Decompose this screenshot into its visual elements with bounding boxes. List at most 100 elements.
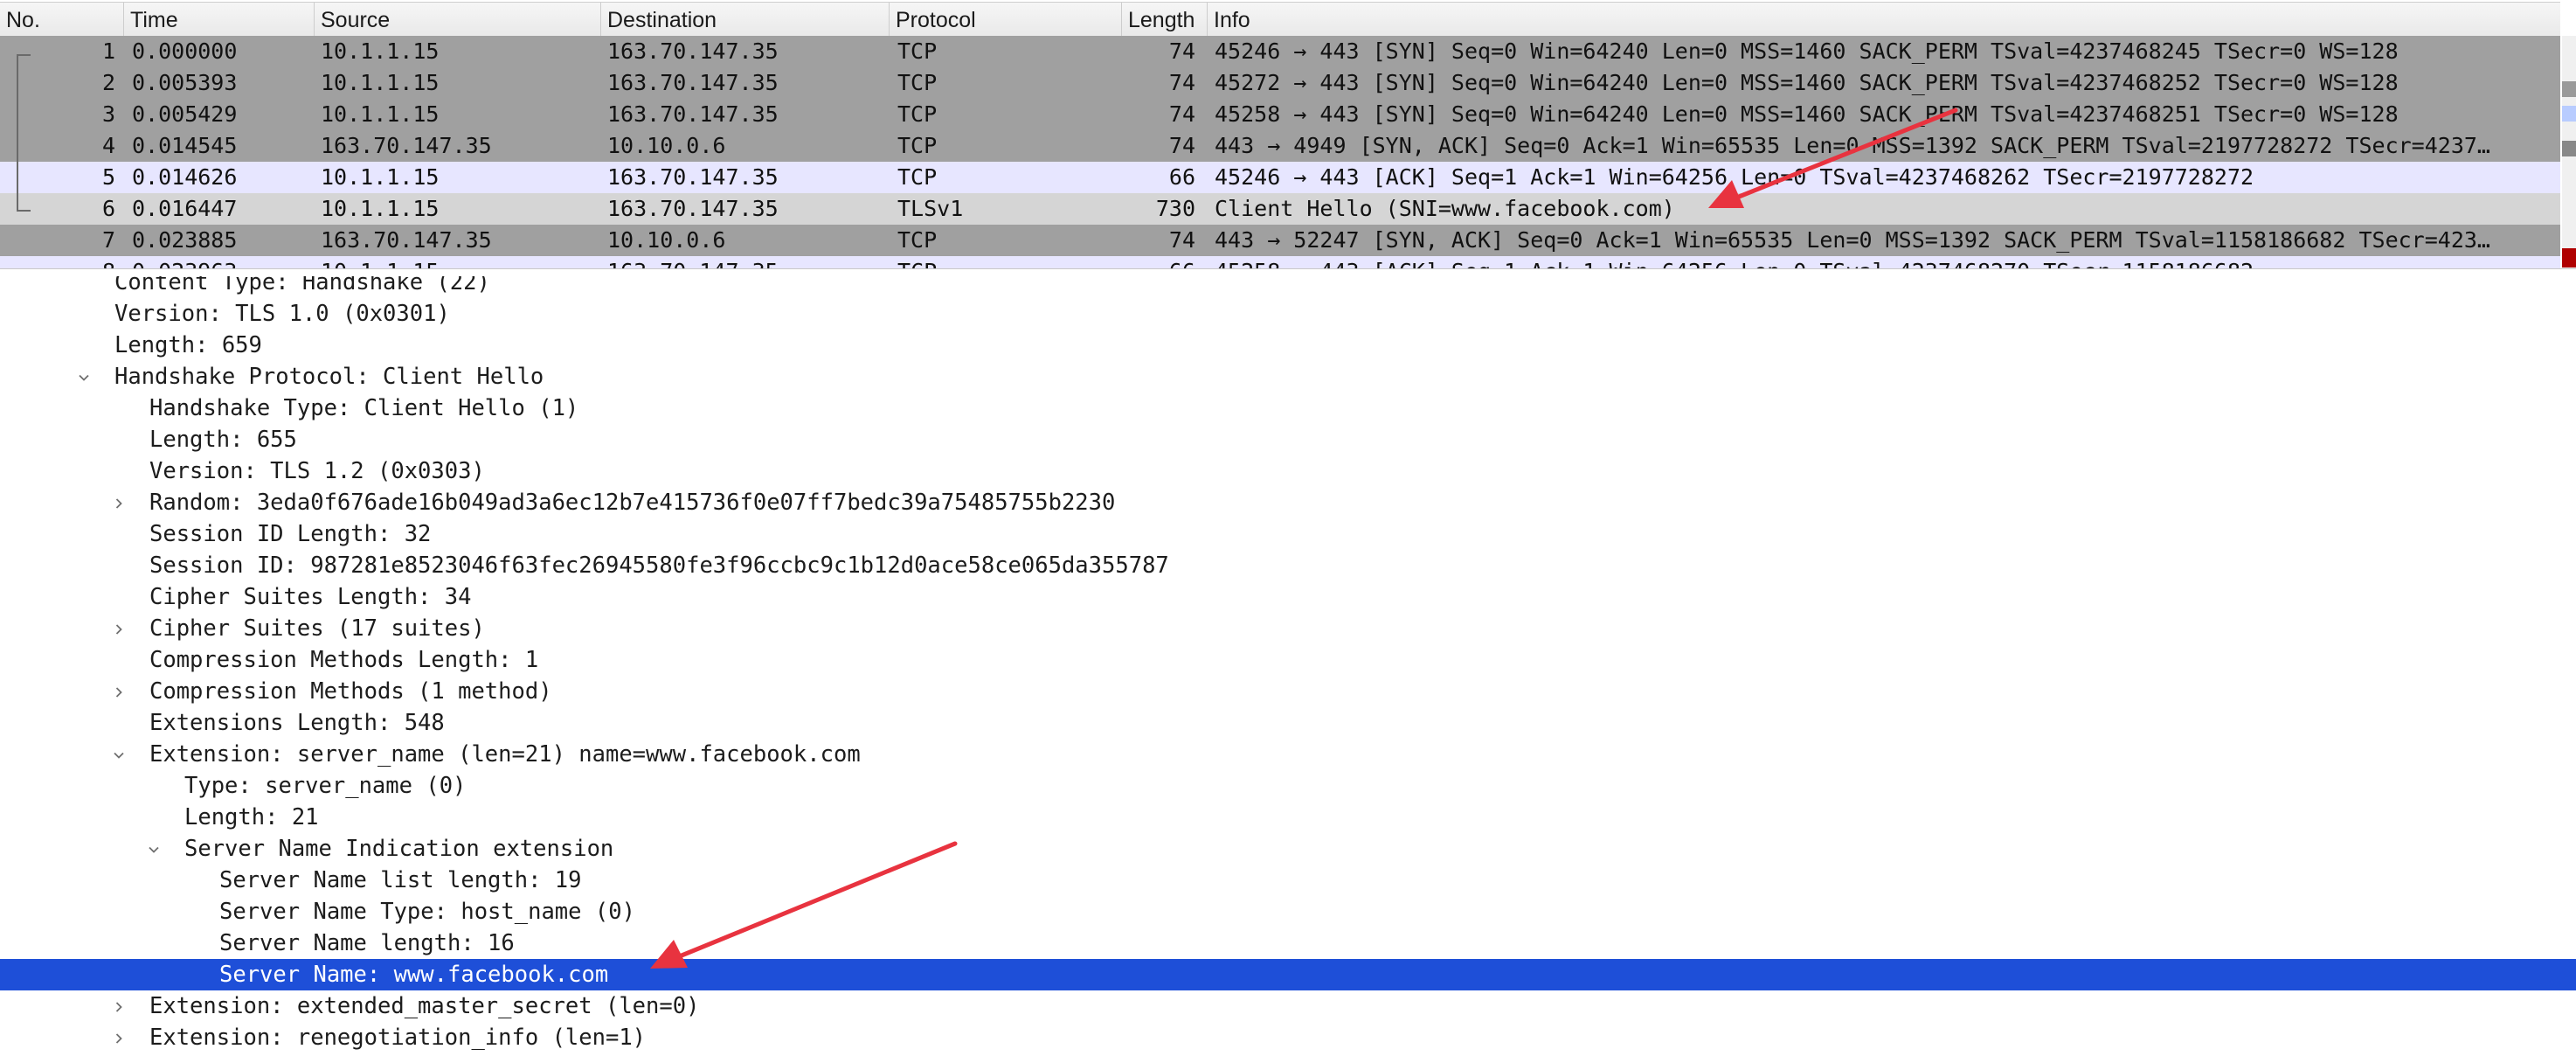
column-header-source[interactable]: Source bbox=[315, 3, 601, 36]
tree-row[interactable]: Handshake Type: Client Hello (1) bbox=[0, 393, 2576, 424]
packet-info: Client Hello (SNI=www.facebook.com) bbox=[1215, 196, 1675, 221]
tree-item-label: Type: server_name (0) bbox=[184, 773, 467, 799]
packet-info: 45246 → 443 [ACK] Seq=1 Ack=1 Win=64256 … bbox=[1215, 164, 2254, 190]
packet-time: 0.023963 bbox=[132, 256, 307, 268]
tree-item-label: Compression Methods (1 method) bbox=[149, 678, 552, 705]
tree-row[interactable]: Cipher Suites Length: 34 bbox=[0, 581, 2576, 613]
tree-row[interactable]: Session ID Length: 32 bbox=[0, 518, 2576, 550]
chevron-right-icon[interactable] bbox=[114, 624, 124, 635]
tree-item-label: Version: TLS 1.0 (0x0301) bbox=[114, 301, 450, 327]
column-header-info[interactable]: Info bbox=[1208, 3, 2560, 36]
column-header-protocol[interactable]: Protocol bbox=[890, 3, 1122, 36]
tree-item-label: Server Name: www.facebook.com bbox=[219, 962, 609, 988]
minimap-mark bbox=[2562, 81, 2576, 97]
packet-info: 45258 → 443 [ACK] Seq=1 Ack=1 Win=64256 … bbox=[1215, 256, 2557, 268]
packet-row[interactable]: 3 0.005429 10.1.1.15 163.70.147.35 TCP 74 4525… bbox=[0, 99, 2560, 130]
chevron-right-icon[interactable] bbox=[114, 498, 124, 509]
column-header-no[interactable]: No. bbox=[0, 3, 124, 36]
packet-list-pane: No. Time Source Destination Protocol Len… bbox=[0, 0, 2576, 269]
packet-row[interactable]: 5 0.014626 10.1.1.15 163.70.147.35 TCP 66 4524… bbox=[0, 162, 2560, 193]
packet-protocol: TCP bbox=[897, 164, 938, 190]
packet-source: 10.1.1.15 bbox=[321, 38, 440, 64]
packet-length: 74 bbox=[1168, 101, 1195, 127]
tree-row[interactable]: Content Type: Handshake (22) bbox=[0, 276, 2576, 298]
tree-row[interactable]: Compression Methods Length: 1 bbox=[0, 644, 2576, 676]
tree-row[interactable]: Extension: server_name (len=21) name=www… bbox=[0, 739, 2576, 770]
tree-item-label: Content Type: Handshake (22) bbox=[114, 276, 490, 295]
column-header-destination[interactable]: Destination bbox=[601, 3, 890, 36]
tree-item-label: Cipher Suites Length: 34 bbox=[149, 584, 472, 610]
chevron-right-icon[interactable] bbox=[114, 1002, 124, 1012]
tree-item-label: Cipher Suites (17 suites) bbox=[149, 615, 485, 642]
packet-length: 74 bbox=[1168, 227, 1195, 253]
packet-protocol: TCP bbox=[897, 256, 1116, 268]
chevron-down-icon[interactable] bbox=[79, 372, 89, 383]
tree-row[interactable]: Version: TLS 1.0 (0x0301) bbox=[0, 298, 2576, 330]
tree-row[interactable]: Length: 659 bbox=[0, 330, 2576, 361]
chevron-right-icon[interactable] bbox=[114, 1033, 124, 1044]
packet-row[interactable]: 4 0.014545 163.70.147.35 10.10.0.6 TCP 74 443 … bbox=[0, 130, 2560, 162]
packet-info: 443 → 4949 [SYN, ACK] Seq=0 Ack=1 Win=65… bbox=[1215, 133, 2490, 158]
packet-info: 443 → 52247 [SYN, ACK] Seq=0 Ack=1 Win=6… bbox=[1215, 227, 2490, 253]
packet-protocol: TCP bbox=[897, 133, 938, 158]
packet-row[interactable]: 7 0.023885 163.70.147.35 10.10.0.6 TCP 74 443 … bbox=[0, 225, 2560, 256]
packet-protocol: TCP bbox=[897, 227, 938, 253]
tree-item-label: Length: 659 bbox=[114, 332, 262, 358]
packet-info: 45272 → 443 [SYN] Seq=0 Win=64240 Len=0 … bbox=[1215, 70, 2399, 95]
tree-row[interactable]: Length: 655 bbox=[0, 424, 2576, 455]
packet-destination: 163.70.147.35 bbox=[607, 101, 779, 127]
tree-row[interactable]: Random: 3eda0f676ade16b049ad3a6ec12b7e41… bbox=[0, 487, 2576, 518]
tree-item-label: Extension: renegotiation_info (len=1) bbox=[149, 1025, 647, 1051]
tree-row[interactable]: Extension: extended_master_secret (len=0… bbox=[0, 990, 2576, 1022]
packet-time: 0.016447 bbox=[132, 196, 238, 221]
chevron-right-icon[interactable] bbox=[114, 687, 124, 698]
tree-item-label: Extension: extended_master_secret (len=0… bbox=[149, 993, 700, 1019]
tree-row[interactable]: Type: server_name (0) bbox=[0, 770, 2576, 802]
packet-destination: 163.70.147.35 bbox=[607, 196, 779, 221]
packet-minimap-scrollbar[interactable] bbox=[2562, 36, 2576, 268]
pane-splitter[interactable] bbox=[0, 268, 2576, 269]
packet-length: 730 bbox=[1155, 196, 1195, 221]
tree-row[interactable]: Server Name length: 16 bbox=[0, 927, 2576, 959]
chevron-down-icon[interactable] bbox=[149, 844, 159, 855]
tree-row[interactable]: Version: TLS 1.2 (0x0303) bbox=[0, 455, 2576, 487]
packet-source: 163.70.147.35 bbox=[321, 227, 492, 253]
tree-row[interactable]: Cipher Suites (17 suites) bbox=[0, 613, 2576, 644]
tree-row[interactable]: Extension: renegotiation_info (len=1) bbox=[0, 1022, 2576, 1053]
tree-row[interactable]: Server Name list length: 19 bbox=[0, 865, 2576, 896]
tree-item-label: Random: 3eda0f676ade16b049ad3a6ec12b7e41… bbox=[149, 490, 1116, 516]
tree-item-label: Session ID: 987281e8523046f63fec26945580… bbox=[149, 552, 1169, 579]
tree-item-label: Server Name Indication extension bbox=[184, 836, 614, 862]
packet-length: 66 bbox=[1123, 256, 1195, 268]
packet-source: 10.1.1.15 bbox=[321, 164, 440, 190]
tree-row[interactable]: Session ID: 987281e8523046f63fec26945580… bbox=[0, 550, 2576, 581]
conversation-bracket bbox=[17, 54, 31, 212]
tree-row[interactable]: Handshake Protocol: Client Hello bbox=[0, 361, 2576, 393]
column-header-time[interactable]: Time bbox=[124, 3, 315, 36]
packet-destination: 10.10.0.6 bbox=[607, 227, 726, 253]
packet-row[interactable]: 2 0.005393 10.1.1.15 163.70.147.35 TCP 74 4527… bbox=[0, 67, 2560, 99]
tree-row[interactable]: Compression Methods (1 method) bbox=[0, 676, 2576, 707]
tree-row-selected[interactable]: Server Name: www.facebook.com bbox=[0, 959, 2576, 990]
packet-row[interactable]: 1 0.000000 10.1.1.15 163.70.147.35 TCP 74 4524… bbox=[0, 36, 2560, 67]
tree-row[interactable]: Server Name Indication extension bbox=[0, 833, 2576, 865]
packet-length: 66 bbox=[1168, 164, 1195, 190]
tree-row[interactable]: Server Name Type: host_name (0) bbox=[0, 896, 2576, 927]
chevron-down-icon[interactable] bbox=[114, 750, 124, 761]
tree-row[interactable]: Length: 21 bbox=[0, 802, 2576, 833]
packet-time: 0.014545 bbox=[132, 133, 238, 158]
packet-time: 0.023885 bbox=[132, 227, 238, 253]
tree-item-label: Server Name length: 16 bbox=[219, 930, 515, 956]
minimap-mark bbox=[2562, 106, 2576, 122]
packet-row[interactable]: 6 0.016447 10.1.1.15 163.70.147.35 TLSv1 730 C… bbox=[0, 193, 2560, 225]
packet-source: 10.1.1.15 bbox=[321, 101, 440, 127]
packet-time: 0.014626 bbox=[132, 164, 238, 190]
packet-row[interactable]: 8 0.023963 10.1.1.15 163.70.147.35 TCP 66 4525… bbox=[0, 256, 2560, 268]
tree-row[interactable]: Extensions Length: 548 bbox=[0, 707, 2576, 739]
tree-item-label: Handshake Type: Client Hello (1) bbox=[149, 395, 579, 421]
packet-protocol: TCP bbox=[897, 101, 938, 127]
packet-info: 45258 → 443 [SYN] Seq=0 Win=64240 Len=0 … bbox=[1215, 101, 2399, 127]
minimap-mark bbox=[2562, 248, 2576, 267]
packet-length: 74 bbox=[1168, 133, 1195, 158]
column-header-length[interactable]: Length bbox=[1122, 3, 1208, 36]
